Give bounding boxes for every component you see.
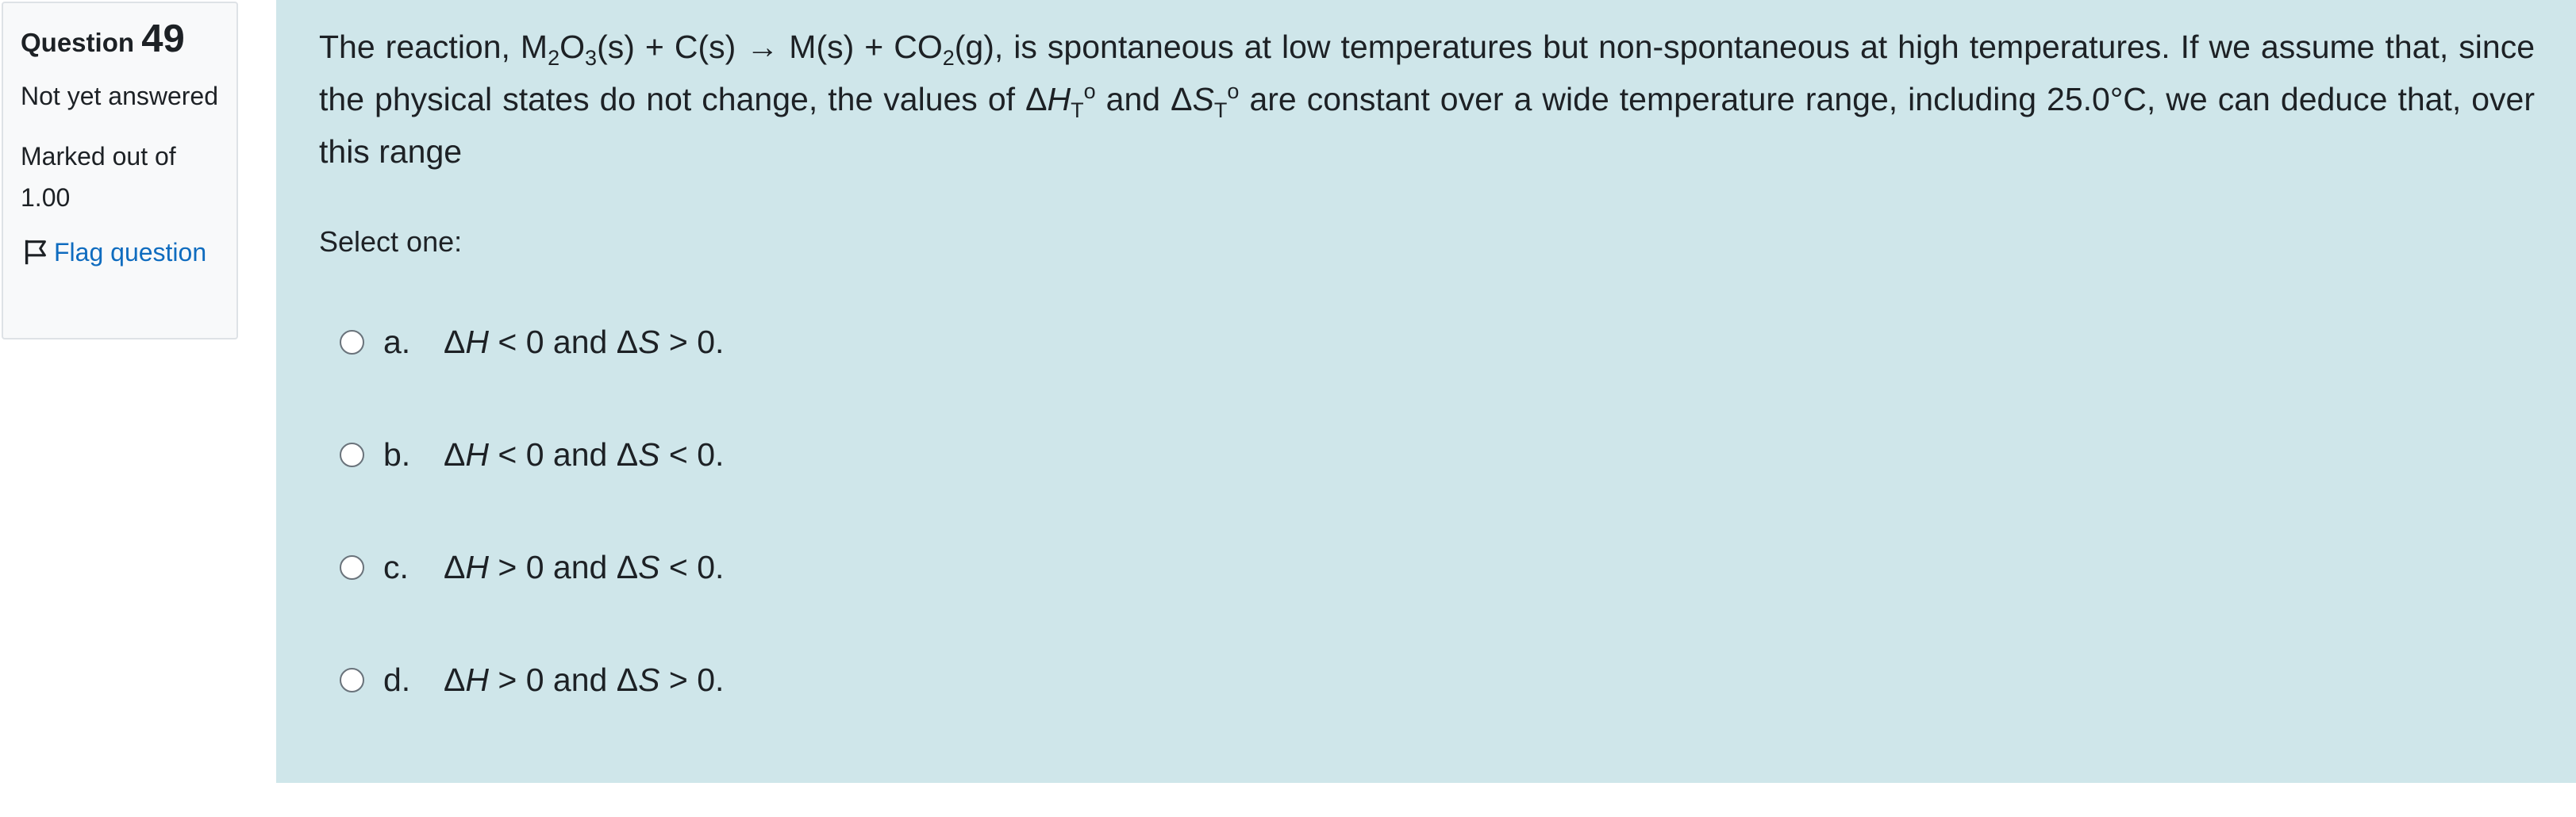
- answer-letter: c.: [383, 548, 409, 585]
- answer-option-a[interactable]: a. ΔH < 0 and ΔS > 0.: [319, 286, 2535, 398]
- answer-radio-a[interactable]: [340, 329, 364, 355]
- answer-option-c[interactable]: c. ΔH > 0 and ΔS < 0.: [319, 511, 2535, 623]
- question-number-heading: Question 49: [21, 20, 219, 61]
- question-info-panel: Question 49 Not yet answered Marked out …: [2, 2, 238, 339]
- answer-letter: d.: [383, 661, 411, 698]
- answer-radio-c[interactable]: [340, 554, 364, 580]
- question-text: The reaction, M2O3(s) + C(s) → M(s) + CO…: [319, 29, 2536, 170]
- answer-options: a. ΔH < 0 and ΔS > 0. b. ΔH < 0 and ΔS <…: [319, 286, 2535, 736]
- question-state: Not yet answered: [21, 82, 219, 110]
- question-label: Question: [21, 28, 135, 57]
- question-formulation: The reaction, M2O3(s) + C(s) → M(s) + CO…: [276, 0, 2576, 783]
- answer-text[interactable]: ΔH < 0 and ΔS > 0.: [444, 324, 724, 361]
- flag-question-label[interactable]: Flag question: [54, 234, 206, 270]
- answer-radio-b[interactable]: [340, 442, 364, 467]
- answer-text[interactable]: ΔH < 0 and ΔS < 0.: [444, 436, 724, 474]
- answer-option-b[interactable]: b. ΔH < 0 and ΔS < 0.: [319, 398, 2535, 511]
- select-one-prompt: Select one:: [319, 225, 463, 258]
- flag-outline-icon: [25, 240, 46, 265]
- answer-option-d[interactable]: d. ΔH > 0 and ΔS > 0.: [319, 623, 2535, 736]
- answer-letter: a.: [383, 323, 411, 360]
- answer-text[interactable]: ΔH > 0 and ΔS < 0.: [444, 549, 724, 586]
- answer-radio-d[interactable]: [340, 667, 364, 692]
- question-number: 49: [141, 17, 185, 60]
- flag-question-link[interactable]: Flag question: [21, 234, 219, 270]
- answer-letter: b.: [383, 435, 411, 473]
- question-grade: Marked out of 1.00: [21, 142, 176, 212]
- answer-text[interactable]: ΔH > 0 and ΔS > 0.: [444, 662, 724, 699]
